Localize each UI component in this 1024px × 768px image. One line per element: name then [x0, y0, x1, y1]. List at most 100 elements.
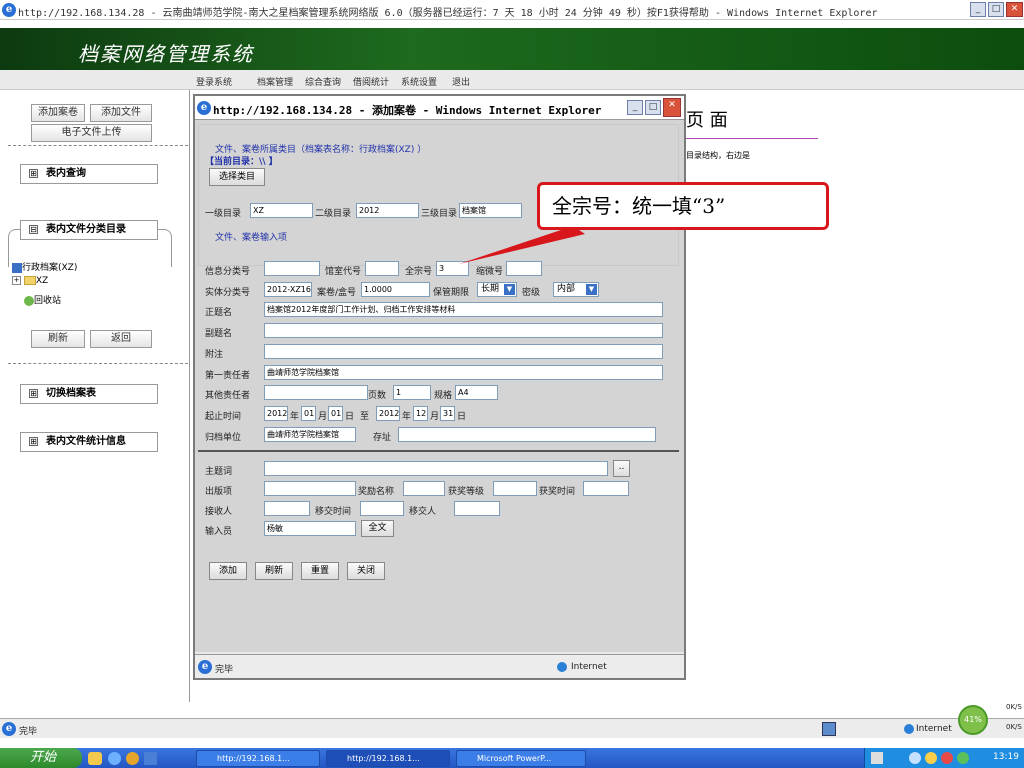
section-switch[interactable]: ⊞ 切换档案表 — [20, 384, 158, 404]
reset-button[interactable]: 重置 — [301, 562, 339, 580]
end-year-input[interactable]: 2012 — [376, 406, 400, 421]
dialog-statusbar: e 完毕 Internet — [195, 654, 684, 678]
taskbar-item-ie-1[interactable]: http://192.168.1... — [196, 750, 320, 767]
section-stats[interactable]: ⊞ 表内文件统计信息 — [20, 432, 158, 452]
back-button[interactable]: 返回 — [90, 330, 152, 348]
dialog-maximize-button[interactable]: □ — [645, 100, 661, 115]
quicklaunch-icon[interactable] — [88, 752, 102, 765]
tree-node-xz[interactable]: + XZ — [12, 276, 48, 286]
subject-picker-button[interactable]: .. — [613, 460, 630, 477]
end-month-input[interactable]: 12 — [413, 406, 428, 421]
collapse-icon: ⊟ — [29, 225, 38, 234]
ie-quicklaunch-icon[interactable] — [108, 752, 121, 765]
transferer-input[interactable] — [454, 501, 500, 516]
level1-input[interactable]: XZ — [250, 203, 313, 218]
upload-button[interactable]: 电子文件上传 — [31, 124, 152, 142]
entity-class-label: 实体分类号 — [205, 288, 251, 298]
publish-input[interactable] — [264, 481, 356, 496]
system-tray: 13:19 — [864, 748, 1024, 768]
minimize-button[interactable]: _ — [970, 2, 986, 17]
archive-unit-input[interactable]: 曲靖师范学院档案馆 — [264, 427, 356, 442]
subtitle-input[interactable] — [264, 323, 663, 338]
status-text: 完毕 — [19, 727, 38, 737]
menu-query[interactable]: 综合查询 — [305, 75, 341, 88]
dialog-close-button[interactable]: ✕ — [663, 98, 681, 117]
fulltext-button[interactable]: 全文 — [361, 520, 394, 537]
dialog-minimize-button[interactable]: _ — [627, 100, 643, 115]
transfer-time-input[interactable] — [360, 501, 404, 516]
fonds-label: 全宗号 — [405, 267, 433, 277]
section-stats-label: 表内文件统计信息 — [46, 436, 126, 447]
spec-input[interactable]: A4 — [455, 385, 498, 400]
other-resp-input[interactable] — [264, 385, 368, 400]
close-button[interactable]: ✕ — [1006, 2, 1023, 17]
title-input[interactable]: 档案馆2012年度部门工作计划、归档工作安排等材料 — [264, 302, 663, 317]
net-meter[interactable]: 41% — [958, 705, 988, 735]
note-input[interactable] — [264, 344, 663, 359]
level3-label: 三级目录 — [421, 209, 458, 219]
sidebar: 添加案卷 添加文件 电子文件上传 ⊞ 表内查询 ⊟ 表内文件分类目录 行政档案(XZ… — [0, 90, 190, 702]
retention-select[interactable]: 长期 ▼ — [477, 282, 517, 297]
end-day-input[interactable]: 31 — [440, 406, 455, 421]
taskbar-item-powerpoint[interactable]: Microsoft PowerP... — [456, 750, 586, 767]
browser-quicklaunch-icon[interactable] — [126, 752, 139, 765]
menu-settings[interactable]: 系统设置 — [401, 75, 437, 88]
info-class-label: 信息分类号 — [205, 267, 251, 277]
dialog-titlebar: e http://192.168.134.28 - 添加案卷 - Windows… — [195, 96, 684, 120]
section-query[interactable]: ⊞ 表内查询 — [20, 164, 158, 184]
other-resp-label: 其他责任者 — [205, 391, 251, 401]
page-icon — [822, 722, 836, 736]
taskbar-item-ie-2[interactable]: http://192.168.1... — [326, 750, 450, 767]
award-level-input[interactable] — [493, 481, 537, 496]
year-char: 年 — [402, 412, 412, 422]
location-input[interactable] — [398, 427, 656, 442]
award-name-input[interactable] — [403, 481, 445, 496]
section-catalog[interactable]: ⊟ 表内文件分类目录 — [20, 220, 158, 240]
security-icon[interactable] — [925, 752, 937, 764]
tree-node-recycle[interactable]: 回收站 — [24, 293, 61, 306]
inputter-input[interactable]: 杨敏 — [264, 521, 356, 536]
archive-unit-label: 归档单位 — [205, 433, 242, 443]
start-day-input[interactable]: 01 — [328, 406, 343, 421]
tree-node-root[interactable]: 行政档案(XZ) — [12, 260, 77, 273]
add-case-button[interactable]: 添加案卷 — [31, 104, 85, 122]
menu-archive-manage[interactable]: 档案管理 — [257, 75, 293, 88]
pages-input[interactable]: 1 — [393, 385, 431, 400]
menu-borrow-stats[interactable]: 借阅统计 — [353, 75, 389, 88]
subject-input[interactable] — [264, 461, 608, 476]
award-time-input[interactable] — [583, 481, 629, 496]
secret-select[interactable]: 内部 ▼ — [553, 282, 599, 297]
level1-label: 一级目录 — [205, 209, 242, 219]
app-quicklaunch-icon[interactable] — [144, 752, 157, 765]
volume-input[interactable]: 1.0000 — [361, 282, 430, 297]
start-year-input[interactable]: 2012 — [264, 406, 288, 421]
first-resp-input[interactable]: 曲靖师范学院档案馆 — [264, 365, 663, 380]
note-label: 附注 — [205, 350, 224, 360]
spec-label: 规格 — [434, 391, 453, 401]
level3-input[interactable]: 档案馆 — [459, 203, 522, 218]
info-class-input[interactable] — [264, 261, 320, 276]
refresh-button[interactable]: 刷新 — [31, 330, 85, 348]
menu-exit[interactable]: 退出 — [452, 75, 470, 88]
maximize-button[interactable]: □ — [988, 2, 1004, 17]
select-category-button[interactable]: 选择类目 — [209, 168, 265, 186]
network-icon[interactable] — [909, 752, 921, 764]
entity-class-input[interactable]: 2012-XZ16-C — [264, 282, 312, 297]
keyboard-icon[interactable] — [871, 752, 883, 764]
close-form-button[interactable]: 关闭 — [347, 562, 385, 580]
add-file-button[interactable]: 添加文件 — [90, 104, 152, 122]
refresh-form-button[interactable]: 刷新 — [255, 562, 293, 580]
award-name-label: 奖励名称 — [358, 487, 395, 497]
subject-label: 主题词 — [205, 467, 233, 477]
add-button[interactable]: 添加 — [209, 562, 247, 580]
start-button[interactable]: 开始 — [0, 748, 82, 768]
alert-icon[interactable] — [941, 752, 953, 764]
database-icon — [12, 262, 22, 273]
archive-code-input[interactable] — [365, 261, 399, 276]
menu-login[interactable]: 登录系统 — [196, 75, 232, 88]
start-month-input[interactable]: 01 — [301, 406, 316, 421]
update-icon[interactable] — [957, 752, 969, 764]
level2-input[interactable]: 2012 — [356, 203, 419, 218]
receiver-input[interactable] — [264, 501, 310, 516]
zone-text: Internet — [916, 724, 952, 734]
